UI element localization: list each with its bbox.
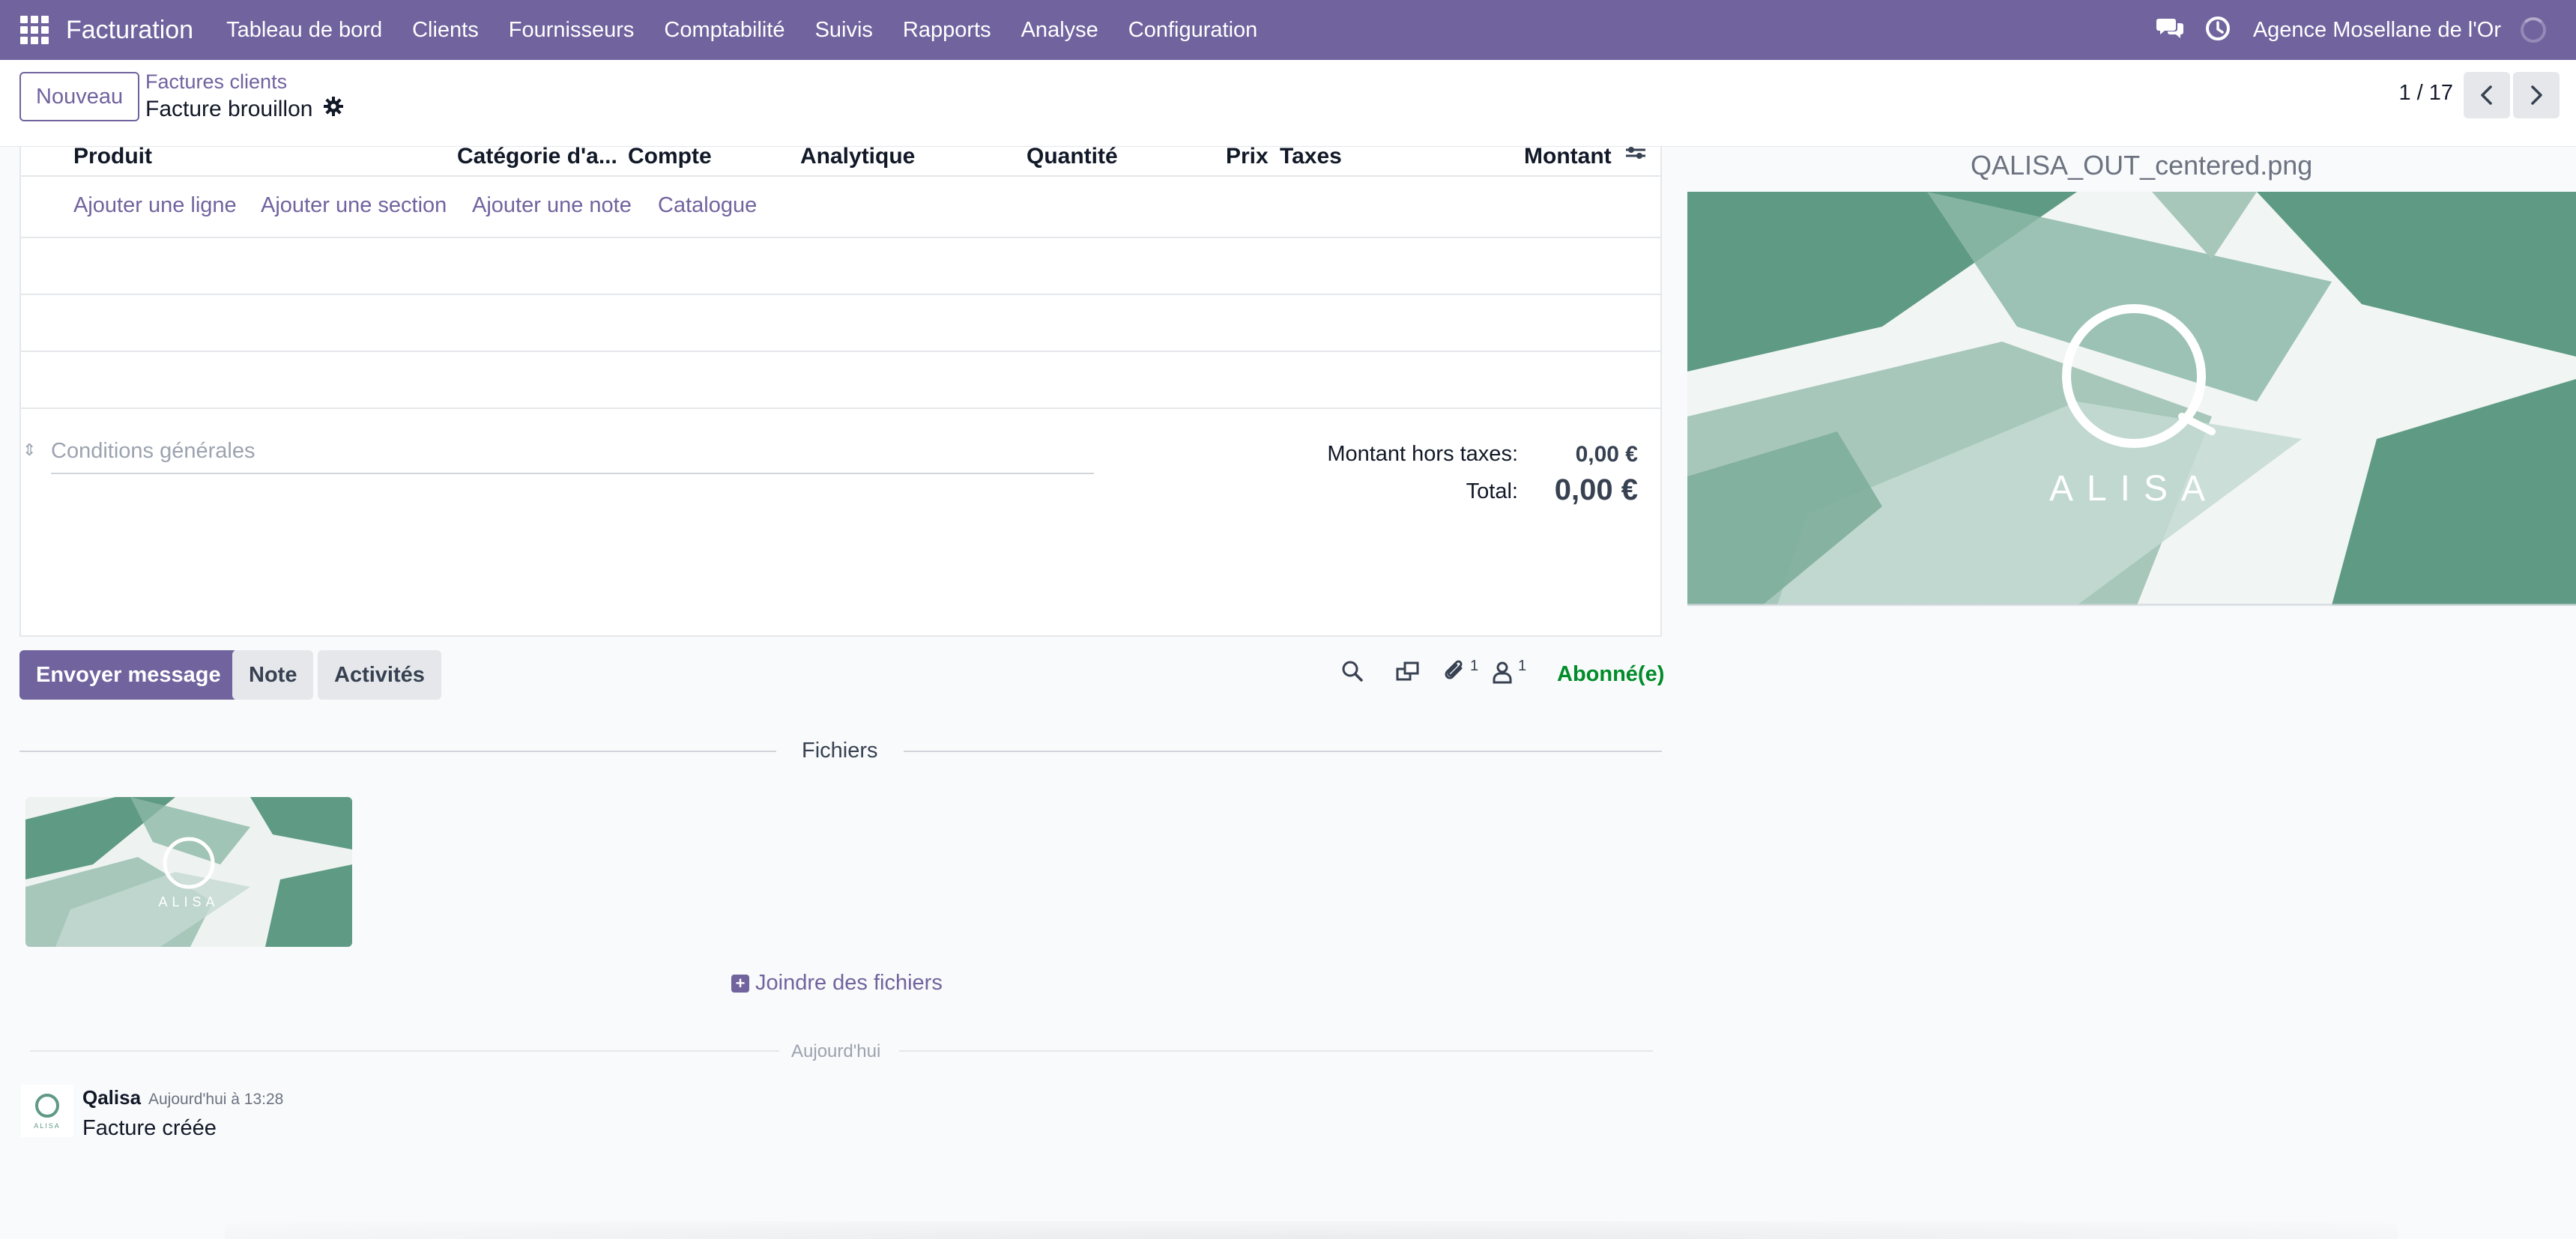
search-icon[interactable] [1341, 659, 1364, 687]
attach-files-button[interactable]: + Joindre des fichiers [731, 971, 943, 996]
chat-icon[interactable] [2156, 16, 2184, 45]
attachment-preview-image: ALISA [1687, 192, 2576, 605]
thumbnail-logo-text: ALISA [158, 894, 219, 909]
breadcrumb-current-label: Facture brouillon [145, 97, 313, 121]
activities-button[interactable]: Activités [318, 650, 441, 700]
attachment-thumbnail[interactable]: ALISA [25, 797, 352, 947]
message-timestamp: Aujourd'hui à 13:28 [148, 1091, 284, 1108]
breadcrumb-current: Facture brouillon [145, 96, 344, 123]
column-header-categorie[interactable]: Catégorie d'a... [457, 144, 617, 169]
column-header-compte[interactable]: Compte [628, 144, 712, 169]
pager-previous-button[interactable] [2464, 72, 2510, 118]
author-avatar[interactable]: ALISA [21, 1085, 73, 1137]
attach-files-label: Joindre des fichiers [755, 971, 943, 995]
today-label: Aujourd'hui [791, 1041, 881, 1061]
send-message-button[interactable]: Envoyer message [19, 650, 238, 700]
total-label: Total: [1466, 479, 1518, 503]
table-row-divider [21, 408, 1660, 409]
preview-logo-text: ALISA [2049, 469, 2219, 509]
avatar-logo-text: ALISA [34, 1122, 61, 1130]
message-author[interactable]: Qalisa [82, 1086, 141, 1109]
gear-icon[interactable] [323, 96, 344, 123]
optional-columns-icon[interactable] [1624, 147, 1647, 163]
company-switcher[interactable]: Agence Mosellane de l'Or [2253, 18, 2501, 43]
top-navbar: Facturation Tableau de bord Clients Four… [0, 0, 2576, 60]
add-line-link[interactable]: Ajouter une ligne [73, 193, 237, 218]
preview-shadow [1687, 604, 2576, 607]
attachment-preview-filename: QALISA_OUT_centered.png [1971, 150, 2313, 181]
control-panel: Nouveau Factures clients Facture brouill… [0, 60, 2576, 147]
resize-handle-icon[interactable]: ⇕ [22, 440, 36, 460]
column-header-taxes[interactable]: Taxes [1280, 144, 1342, 169]
user-avatar[interactable] [2521, 17, 2546, 43]
total-value: 0,00 € [1554, 473, 1638, 506]
untaxed-amount-value: 0,00 € [1575, 442, 1638, 467]
clock-icon[interactable] [2205, 16, 2231, 45]
log-note-button[interactable]: Note [232, 650, 314, 700]
pager-next-button[interactable] [2513, 72, 2560, 118]
table-row-divider [21, 237, 1660, 238]
files-heading: Fichiers [802, 739, 878, 763]
column-header-prix[interactable]: Prix [1226, 144, 1269, 169]
table-row-divider [21, 294, 1660, 295]
untaxed-amount-label: Montant hors taxes: [1327, 442, 1518, 466]
new-button[interactable]: Nouveau [19, 72, 140, 121]
menu-fournisseurs[interactable]: Fournisseurs [509, 18, 635, 43]
menu-analyse[interactable]: Analyse [1021, 18, 1098, 43]
plus-icon: + [731, 974, 749, 993]
follow-status-button[interactable]: Abonné(e) [1557, 662, 1664, 687]
breadcrumb-parent[interactable]: Factures clients [145, 70, 287, 94]
column-header-quantite[interactable]: Quantité [1027, 144, 1118, 169]
invoice-form-sheet: Produit Catégorie d'a... Compte Analytiq… [19, 144, 1662, 637]
menu-tableau-de-bord[interactable]: Tableau de bord [226, 18, 382, 43]
files-divider [904, 751, 1662, 752]
app-grid-icon[interactable] [19, 15, 49, 45]
table-row-divider [21, 351, 1660, 352]
add-note-link[interactable]: Ajouter une note [472, 193, 632, 218]
chevron-left-icon [2481, 85, 2492, 105]
files-divider [19, 751, 776, 752]
menu-comptabilite[interactable]: Comptabilité [664, 18, 784, 43]
menu-rapports[interactable]: Rapports [903, 18, 991, 43]
table-header-divider [21, 175, 1660, 177]
menu-configuration[interactable]: Configuration [1128, 18, 1258, 43]
attachments-count: 1 [1470, 658, 1479, 674]
window-expand-icon[interactable] [1395, 659, 1421, 687]
app-brand[interactable]: Facturation [66, 16, 193, 45]
pager-value[interactable]: 1 / 17 [2398, 81, 2453, 106]
column-header-analytique[interactable]: Analytique [800, 144, 915, 169]
chevron-right-icon [2531, 85, 2542, 105]
add-section-link[interactable]: Ajouter une section [261, 193, 447, 218]
message-body: Facture créée [82, 1116, 217, 1140]
menu-suivis[interactable]: Suivis [815, 18, 873, 43]
paperclip-icon[interactable] [1443, 659, 1467, 688]
column-header-montant[interactable]: Montant [1524, 144, 1612, 169]
followers-icon[interactable] [1491, 659, 1514, 688]
menu-clients[interactable]: Clients [412, 18, 479, 43]
followers-count: 1 [1518, 658, 1527, 674]
terms-conditions-field[interactable]: Conditions générales [51, 439, 1094, 474]
bottom-shadow [225, 1221, 2398, 1239]
catalog-link[interactable]: Catalogue [658, 193, 757, 218]
today-divider [30, 1050, 779, 1052]
today-divider [899, 1050, 1653, 1052]
column-header-produit[interactable]: Produit [73, 144, 152, 169]
